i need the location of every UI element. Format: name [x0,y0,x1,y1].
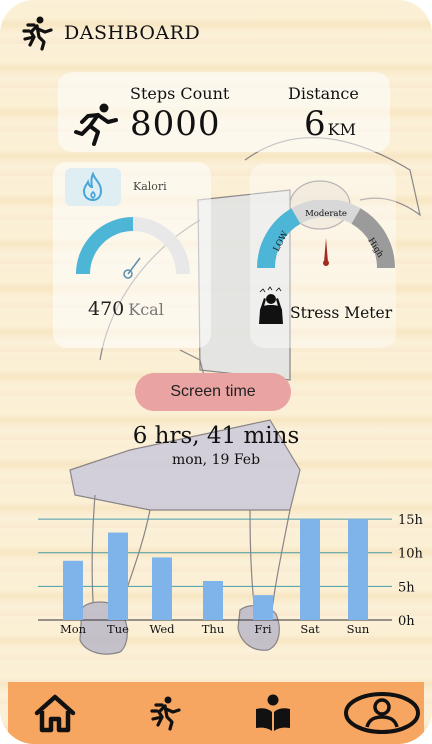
y-tick-label: 0h [398,614,415,629]
distance-label: Distance [288,84,359,103]
bottom-nav-bar [8,682,424,744]
running-person-icon [74,103,118,146]
flame-icon [82,172,103,202]
flame-icon-box [65,168,121,206]
stress-gauge: LOW Moderate High [256,200,396,269]
x-tick-label: Mon [60,622,87,636]
distance-value-group: 6 KM [304,104,356,144]
user-icon [344,692,420,734]
x-tick-label: Fri [254,622,271,636]
distance-value: 6 [304,104,326,144]
steps-distance-card: Steps Count 8000 Distance 6 KM [58,72,390,152]
app-screen: DASHBOARD Steps Count 8000 Distance 6 KM … [0,0,432,744]
y-tick-label: 5h [398,580,415,595]
nav-profile[interactable] [342,682,422,744]
steps-count-value: 8000 [130,104,221,144]
screen-time-button[interactable]: Screen time [135,373,291,411]
stress-meter-card[interactable]: LOW Moderate High Stress Meter [250,164,396,348]
nav-home[interactable] [26,682,84,744]
chart-bar-sat [300,519,320,620]
chart-bar-fri [253,595,273,620]
x-tick-label: Sun [347,622,370,636]
kalori-label: Kalori [133,180,167,193]
page-title: DASHBOARD [64,22,201,44]
book-reader-icon [256,694,290,731]
kalori-unit: Kcal [128,300,164,319]
stress-needle [323,238,329,266]
home-icon [34,694,76,733]
x-tick-label: Sat [300,622,320,636]
gauge-needle [123,257,141,279]
chart-bar-mon [63,560,83,620]
kalori-gauge [76,217,190,279]
screen-time-value: 6 hrs, 41 mins [132,423,300,449]
distance-unit: KM [327,120,356,139]
app-header: DASHBOARD [20,14,200,52]
x-tick-label: Thu [202,622,224,636]
nav-reading[interactable] [244,682,302,744]
x-tick-label: Tue [107,622,129,636]
walking-person-icon [22,16,53,51]
stressed-person-icon [259,286,283,324]
x-tick-label: Wed [149,622,175,636]
steps-count-label: Steps Count [130,84,230,103]
stress-meter-label: Stress Meter [290,304,393,322]
kalori-value-group: 470 Kcal [88,298,164,320]
screen-time-date: mon, 19 Feb [171,452,261,468]
nav-activity[interactable] [136,682,194,744]
walking-person-icon [150,696,181,731]
chart-bar-thu [203,580,223,620]
y-tick-label: 10h [398,547,424,562]
chart-bar-wed [152,557,172,620]
screen-time-bar-chart: 0h 5h 10h 15h Mon Tue Wed Thu Fri Sat Sun [38,513,424,636]
stress-moderate-label: Moderate [305,209,347,219]
chart-bar-sun [348,519,368,620]
kalori-value: 470 [88,298,125,320]
chart-bar-tue [108,532,128,620]
y-tick-label: 15h [398,513,424,528]
kalori-card[interactable]: Kalori 470 Kcal [53,162,211,348]
